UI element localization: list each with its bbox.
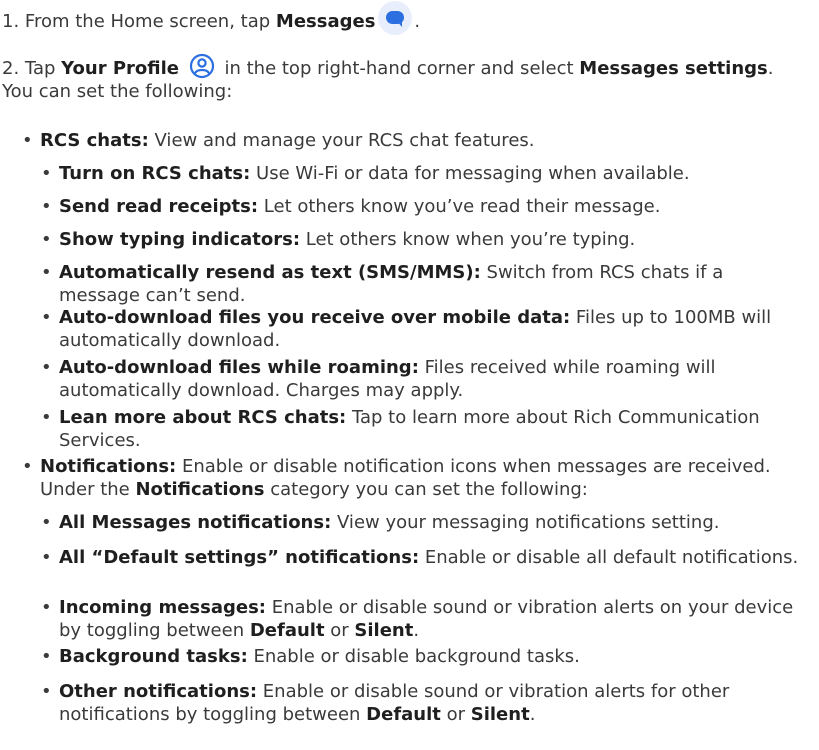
- step-2-messages-settings-label: Messages settings: [579, 58, 768, 79]
- rcs-item-term: Lean more about RCS chats:: [59, 407, 347, 428]
- notifications-item: • Background tasks: Enable or disable ba…: [41, 645, 806, 668]
- bullet-icon: •: [41, 262, 52, 283]
- option-or: or: [324, 620, 355, 641]
- notifications-item-term: Background tasks:: [59, 646, 248, 667]
- rcs-item: • Turn on RCS chats: Use Wi-Fi or data f…: [41, 162, 806, 185]
- step-1: 1. From the Home screen, tap Messages.: [2, 1, 802, 35]
- rcs-item: • Send read receipts: Let others know yo…: [41, 195, 806, 218]
- option-silent: Silent: [470, 704, 530, 725]
- rcs-item-term: Send read receipts:: [59, 196, 259, 217]
- bullet-icon: •: [41, 163, 52, 184]
- notifications-item: • All Messages notifications: View your …: [41, 511, 806, 534]
- bullet-icon: •: [41, 681, 52, 702]
- rcs-item: • Auto-download files you receive over m…: [41, 306, 806, 352]
- notifications-category-label: Notifications: [135, 479, 265, 500]
- rcs-item-term: Automatically resend as text (SMS/MMS):: [59, 262, 481, 283]
- rcs-chats-desc: View and manage your RCS chat features.: [148, 130, 535, 151]
- notifications-item-term: All Messages notifications:: [59, 512, 332, 533]
- notifications-item-term: All “Default settings” notifications:: [59, 547, 420, 568]
- rcs-item-desc: Use Wi-Fi or data for messaging when ava…: [250, 163, 690, 184]
- rcs-item: • Show typing indicators: Let others kno…: [41, 228, 806, 251]
- option-default: Default: [249, 620, 325, 641]
- bullet-icon: •: [41, 229, 52, 250]
- rcs-item: • Lean more about RCS chats: Tap to lear…: [41, 406, 806, 452]
- item-end: .: [413, 620, 420, 641]
- rcs-item-desc: Let others know you’ve read their messag…: [258, 196, 661, 217]
- rcs-item-term: Auto-download files you receive over mob…: [59, 307, 571, 328]
- notifications-item: • All “Default settings” notifications: …: [41, 546, 806, 569]
- bullet-icon: •: [41, 357, 52, 378]
- messages-app-icon: [378, 1, 413, 35]
- bullet-rcs-chats: • RCS chats: View and manage your RCS ch…: [22, 129, 807, 152]
- notifications-item-desc: Enable or disable background tasks.: [247, 646, 580, 667]
- bullet-icon: •: [22, 456, 33, 477]
- rcs-item-term: Show typing indicators:: [59, 229, 301, 250]
- notifications-item: • Other notifications: Enable or disable…: [41, 680, 806, 726]
- rcs-item-term: Auto-download files while roaming:: [59, 357, 419, 378]
- rcs-chats-term: RCS chats:: [40, 130, 149, 151]
- notifications-item: • Incoming messages: Enable or disable s…: [41, 596, 806, 642]
- step-1-number: 1.: [2, 11, 20, 32]
- rcs-item-desc: Let others know when you’re typing.: [300, 229, 636, 250]
- bullet-notifications: • Notifications: Enable or disable notif…: [22, 455, 807, 501]
- notifications-desc-2: category you can set the following:: [264, 479, 588, 500]
- profile-icon: [189, 53, 214, 79]
- step-2-your-profile-label: Your Profile: [61, 58, 180, 79]
- bullet-icon: •: [41, 512, 52, 533]
- step-1-text: From the Home screen, tap: [24, 11, 271, 32]
- option-default: Default: [366, 704, 441, 725]
- notifications-item-desc: Enable or disable all default notificati…: [419, 547, 799, 568]
- item-end: .: [529, 704, 536, 725]
- bullet-icon: •: [41, 407, 52, 428]
- option-or: or: [440, 704, 471, 725]
- step-2: 2. Tap Your Profile in the top right-han…: [2, 53, 802, 103]
- option-silent: Silent: [354, 620, 414, 641]
- step-1-suffix: .: [414, 11, 421, 32]
- step-1-messages-label: Messages: [275, 11, 376, 32]
- rcs-item: • Automatically resend as text (SMS/MMS)…: [41, 261, 806, 307]
- step-2-text-1: Tap: [24, 58, 56, 79]
- bullet-icon: •: [22, 130, 33, 151]
- bullet-icon: •: [41, 547, 52, 568]
- notifications-term: Notifications:: [40, 456, 177, 477]
- notifications-item-desc: View your messaging notifications settin…: [331, 512, 720, 533]
- bullet-icon: •: [41, 646, 52, 667]
- step-2-number: 2.: [2, 58, 20, 79]
- bullet-icon: •: [41, 597, 52, 618]
- rcs-item: • Auto-download files while roaming: Fil…: [41, 356, 806, 402]
- bullet-icon: •: [41, 307, 52, 328]
- rcs-item-term: Turn on RCS chats:: [59, 163, 251, 184]
- notifications-item-term: Other notifications:: [59, 681, 258, 702]
- bullet-icon: •: [41, 196, 52, 217]
- notifications-item-term: Incoming messages:: [59, 597, 266, 618]
- step-2-text-2: in the top right-hand corner and select: [224, 58, 574, 79]
